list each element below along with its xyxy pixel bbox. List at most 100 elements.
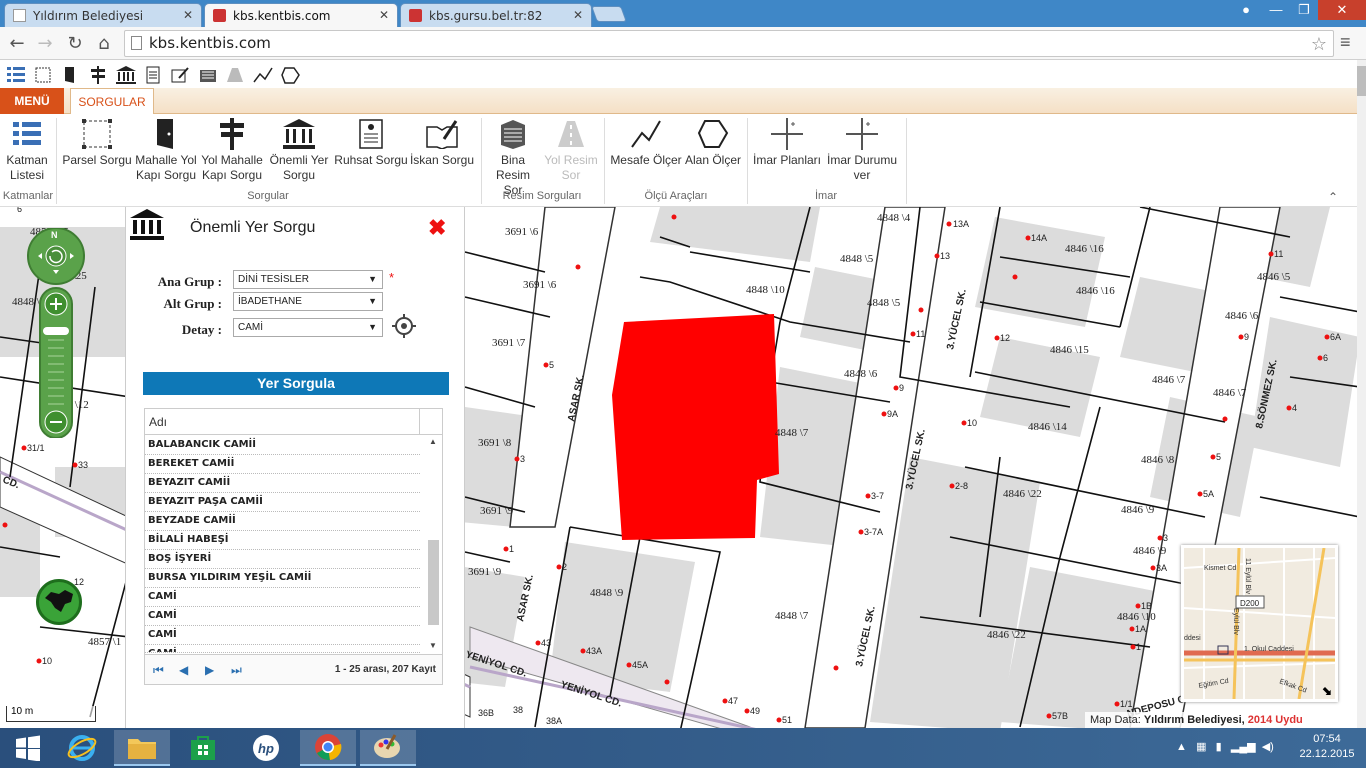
page-scrollbar[interactable] xyxy=(1357,60,1366,728)
ruhsat-query-button[interactable]: Ruhsat Sorgu xyxy=(334,118,408,168)
mahalle-yol-kapi-button[interactable]: Mahalle Yol Kapı Sorgu xyxy=(133,118,199,183)
alt-grup-select[interactable]: İBADETHANE ▼ xyxy=(233,292,383,311)
last-page-icon[interactable]: ⏭ xyxy=(231,663,242,678)
door-number: 2-8 xyxy=(955,481,968,491)
base-map-switch-button[interactable] xyxy=(36,579,82,625)
window-close-button[interactable]: ✕ xyxy=(1318,0,1366,20)
url-input[interactable]: kbs.kentbis.com ☆ xyxy=(124,30,1334,57)
page-scrollbar-thumb[interactable] xyxy=(1357,66,1366,96)
door-icon[interactable] xyxy=(59,64,81,86)
prev-page-icon[interactable]: ◀ xyxy=(179,663,188,677)
reload-button[interactable]: ↻ xyxy=(64,33,86,55)
distance-icon[interactable] xyxy=(252,64,274,86)
sorgular-tab[interactable]: SORGULAR xyxy=(70,88,154,114)
table-row[interactable]: CAMİ xyxy=(145,588,420,607)
internet-explorer-icon[interactable] xyxy=(54,730,110,766)
file-explorer-icon[interactable] xyxy=(114,730,170,766)
show-hidden-icons[interactable]: ▲ xyxy=(1176,741,1187,753)
table-row[interactable]: BEREKET CAMİİ xyxy=(145,455,420,474)
close-icon[interactable]: ✕ xyxy=(573,8,583,22)
scroll-up-icon[interactable]: ▲ xyxy=(429,437,437,446)
table-row[interactable]: BEYAZIT CAMİİ xyxy=(145,474,420,493)
first-page-icon[interactable]: ⏮ xyxy=(153,663,164,678)
close-icon[interactable]: ✕ xyxy=(379,8,389,22)
menu-tab[interactable]: MENÜ xyxy=(0,88,64,114)
occupancy-icon[interactable] xyxy=(169,64,191,86)
detay-select[interactable]: CAMİ ▼ xyxy=(233,318,383,337)
volume-icon[interactable]: ◀) xyxy=(1262,741,1274,753)
table-row[interactable]: BEYZADE CAMİİ xyxy=(145,512,420,531)
layer-list-icon[interactable] xyxy=(5,64,27,86)
minimize-button[interactable]: — xyxy=(1262,0,1290,20)
network-icon[interactable]: ▦ xyxy=(1196,741,1206,753)
yol-resim-button[interactable]: Yol Resim Sor xyxy=(542,118,600,183)
ana-grup-select[interactable]: DİNİ TESİSLER ▼ xyxy=(233,270,383,289)
parcel-query-button[interactable]: Parsel Sorgu xyxy=(62,118,132,168)
parcel-icon[interactable] xyxy=(32,64,54,86)
next-page-icon[interactable]: ▶ xyxy=(205,663,214,677)
door-number: 43A xyxy=(586,646,602,656)
tab-gursu[interactable]: kbs.gursu.bel.tr:82 ✕ xyxy=(400,3,592,27)
overview-minimap[interactable]: D200 Kismet Cd 1. Okul Caddesi Eğitim Cd… xyxy=(1181,545,1338,702)
forward-button[interactable]: → xyxy=(34,33,56,55)
locate-target-icon[interactable] xyxy=(392,314,416,341)
start-button[interactable] xyxy=(0,730,56,766)
tab-kentbis[interactable]: kbs.kentbis.com ✕ xyxy=(204,3,398,27)
tab-label: Yıldırım Belediyesi xyxy=(33,8,144,23)
door-number: 1A xyxy=(1135,624,1146,634)
battery-icon[interactable]: ▮ xyxy=(1216,741,1222,753)
layer-list-button[interactable]: Katman Listesi xyxy=(2,118,52,183)
table-row[interactable]: BALABANCIK CAMİİ xyxy=(145,436,420,455)
landmark-icon[interactable] xyxy=(115,64,137,86)
onemli-yer-button[interactable]: Önemli Yer Sorgu xyxy=(266,118,332,183)
bina-resim-button[interactable]: Bina Resim Sor xyxy=(486,118,540,198)
store-icon[interactable] xyxy=(175,730,231,766)
area-icon[interactable] xyxy=(280,64,302,86)
highlighted-parcel[interactable] xyxy=(612,314,779,540)
door-number: 3 xyxy=(520,454,525,464)
close-icon[interactable]: ✖ xyxy=(428,215,446,241)
road-photo-icon[interactable] xyxy=(224,64,246,86)
back-button[interactable]: ← xyxy=(6,33,28,55)
expand-arrow-icon[interactable]: ⬊ xyxy=(1322,684,1332,698)
table-row[interactable]: BEYAZIT PAŞA CAMİİ xyxy=(145,493,420,512)
new-tab-button[interactable] xyxy=(591,6,627,22)
chrome-icon[interactable] xyxy=(300,730,356,766)
table-row[interactable]: BİLALİ HABEŞİ xyxy=(145,531,420,550)
building-photo-icon[interactable] xyxy=(197,64,219,86)
collapse-ribbon-icon[interactable]: ⌃ xyxy=(1328,190,1338,204)
signal-icon[interactable]: ▂▄▆ xyxy=(1231,741,1256,753)
imar-durumu-button[interactable]: İmar Durumu ver xyxy=(824,118,900,183)
door-number: 6 xyxy=(17,207,22,214)
paint-icon[interactable] xyxy=(360,730,416,766)
table-row[interactable]: BURSA YILDIRIM YEŞİL CAMİİ xyxy=(145,569,420,588)
table-row[interactable]: BOŞ İŞYERİ xyxy=(145,550,420,569)
signpost-icon[interactable] xyxy=(87,64,109,86)
ana-grup-label: Ana Grup : xyxy=(157,274,222,289)
table-row[interactable]: CAMİ xyxy=(145,626,420,645)
restore-button[interactable]: ❐ xyxy=(1290,0,1318,20)
table-row[interactable]: CAMİ xyxy=(145,607,420,626)
yol-mahalle-kapi-button[interactable]: Yol Mahalle Kapı Sorgu xyxy=(199,118,265,183)
imar-planlari-button[interactable]: İmar Planları xyxy=(752,118,822,168)
ribbon-tab-strip: MENÜ SORGULAR xyxy=(0,88,1357,114)
button-label: Yol Mahalle Kapı Sorgu xyxy=(201,153,263,182)
hp-icon[interactable]: hp xyxy=(238,730,294,766)
browser-menu-icon[interactable]: ≡ xyxy=(1340,32,1351,53)
tab-yildirim[interactable]: Yıldırım Belediyesi ✕ xyxy=(4,3,202,27)
column-header-adi[interactable]: Adı xyxy=(145,409,442,435)
close-icon[interactable]: ✕ xyxy=(183,8,193,22)
alan-olcer-button[interactable]: Alan Ölçer xyxy=(683,118,743,168)
landmark-icon xyxy=(130,209,164,244)
grid-scrollbar-thumb[interactable] xyxy=(428,540,439,625)
clock[interactable]: 07:54 22.12.2015 xyxy=(1292,732,1362,762)
iskan-query-button[interactable]: İskan Sorgu xyxy=(409,118,475,168)
yer-sorgula-button[interactable]: Yer Sorgula xyxy=(143,372,449,395)
license-icon[interactable] xyxy=(142,64,164,86)
home-button[interactable]: ⌂ xyxy=(93,33,115,55)
scroll-down-icon[interactable]: ▼ xyxy=(429,641,437,650)
mesafe-olcer-button[interactable]: Mesafe Ölçer xyxy=(609,118,683,168)
bookmark-star-icon[interactable]: ☆ xyxy=(1311,32,1327,57)
user-icon[interactable]: ● xyxy=(1232,0,1260,20)
table-row[interactable]: CAMİ xyxy=(145,645,420,653)
